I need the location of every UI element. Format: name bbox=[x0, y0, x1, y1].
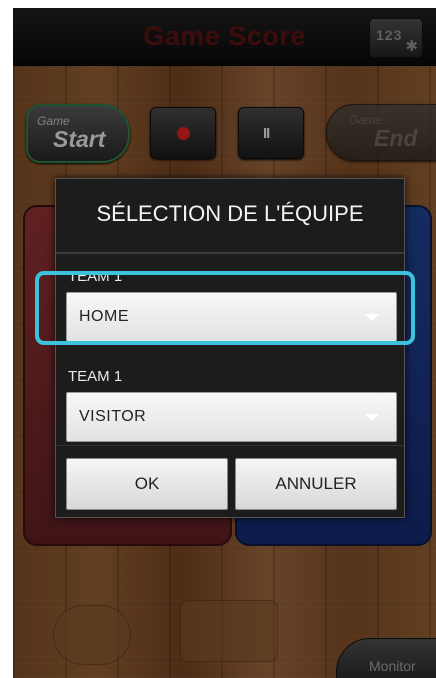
cancel-button[interactable]: ANNULER bbox=[235, 458, 397, 510]
title-divider bbox=[56, 252, 404, 254]
button-divider bbox=[56, 445, 404, 446]
chevron-down-icon bbox=[365, 414, 379, 421]
team2-select[interactable]: VISITOR bbox=[66, 392, 397, 442]
dialog-title: SÉLECTION DE L'ÉQUIPE bbox=[96, 201, 364, 226]
ok-button[interactable]: OK bbox=[66, 458, 228, 510]
highlight-frame bbox=[35, 271, 415, 345]
team2-label: TEAM 1 bbox=[68, 368, 123, 385]
team-selection-dialog: SÉLECTION DE L'ÉQUIPE TEAM 1 HOME TEAM 1… bbox=[55, 178, 405, 518]
team2-select-value: VISITOR bbox=[79, 408, 147, 425]
